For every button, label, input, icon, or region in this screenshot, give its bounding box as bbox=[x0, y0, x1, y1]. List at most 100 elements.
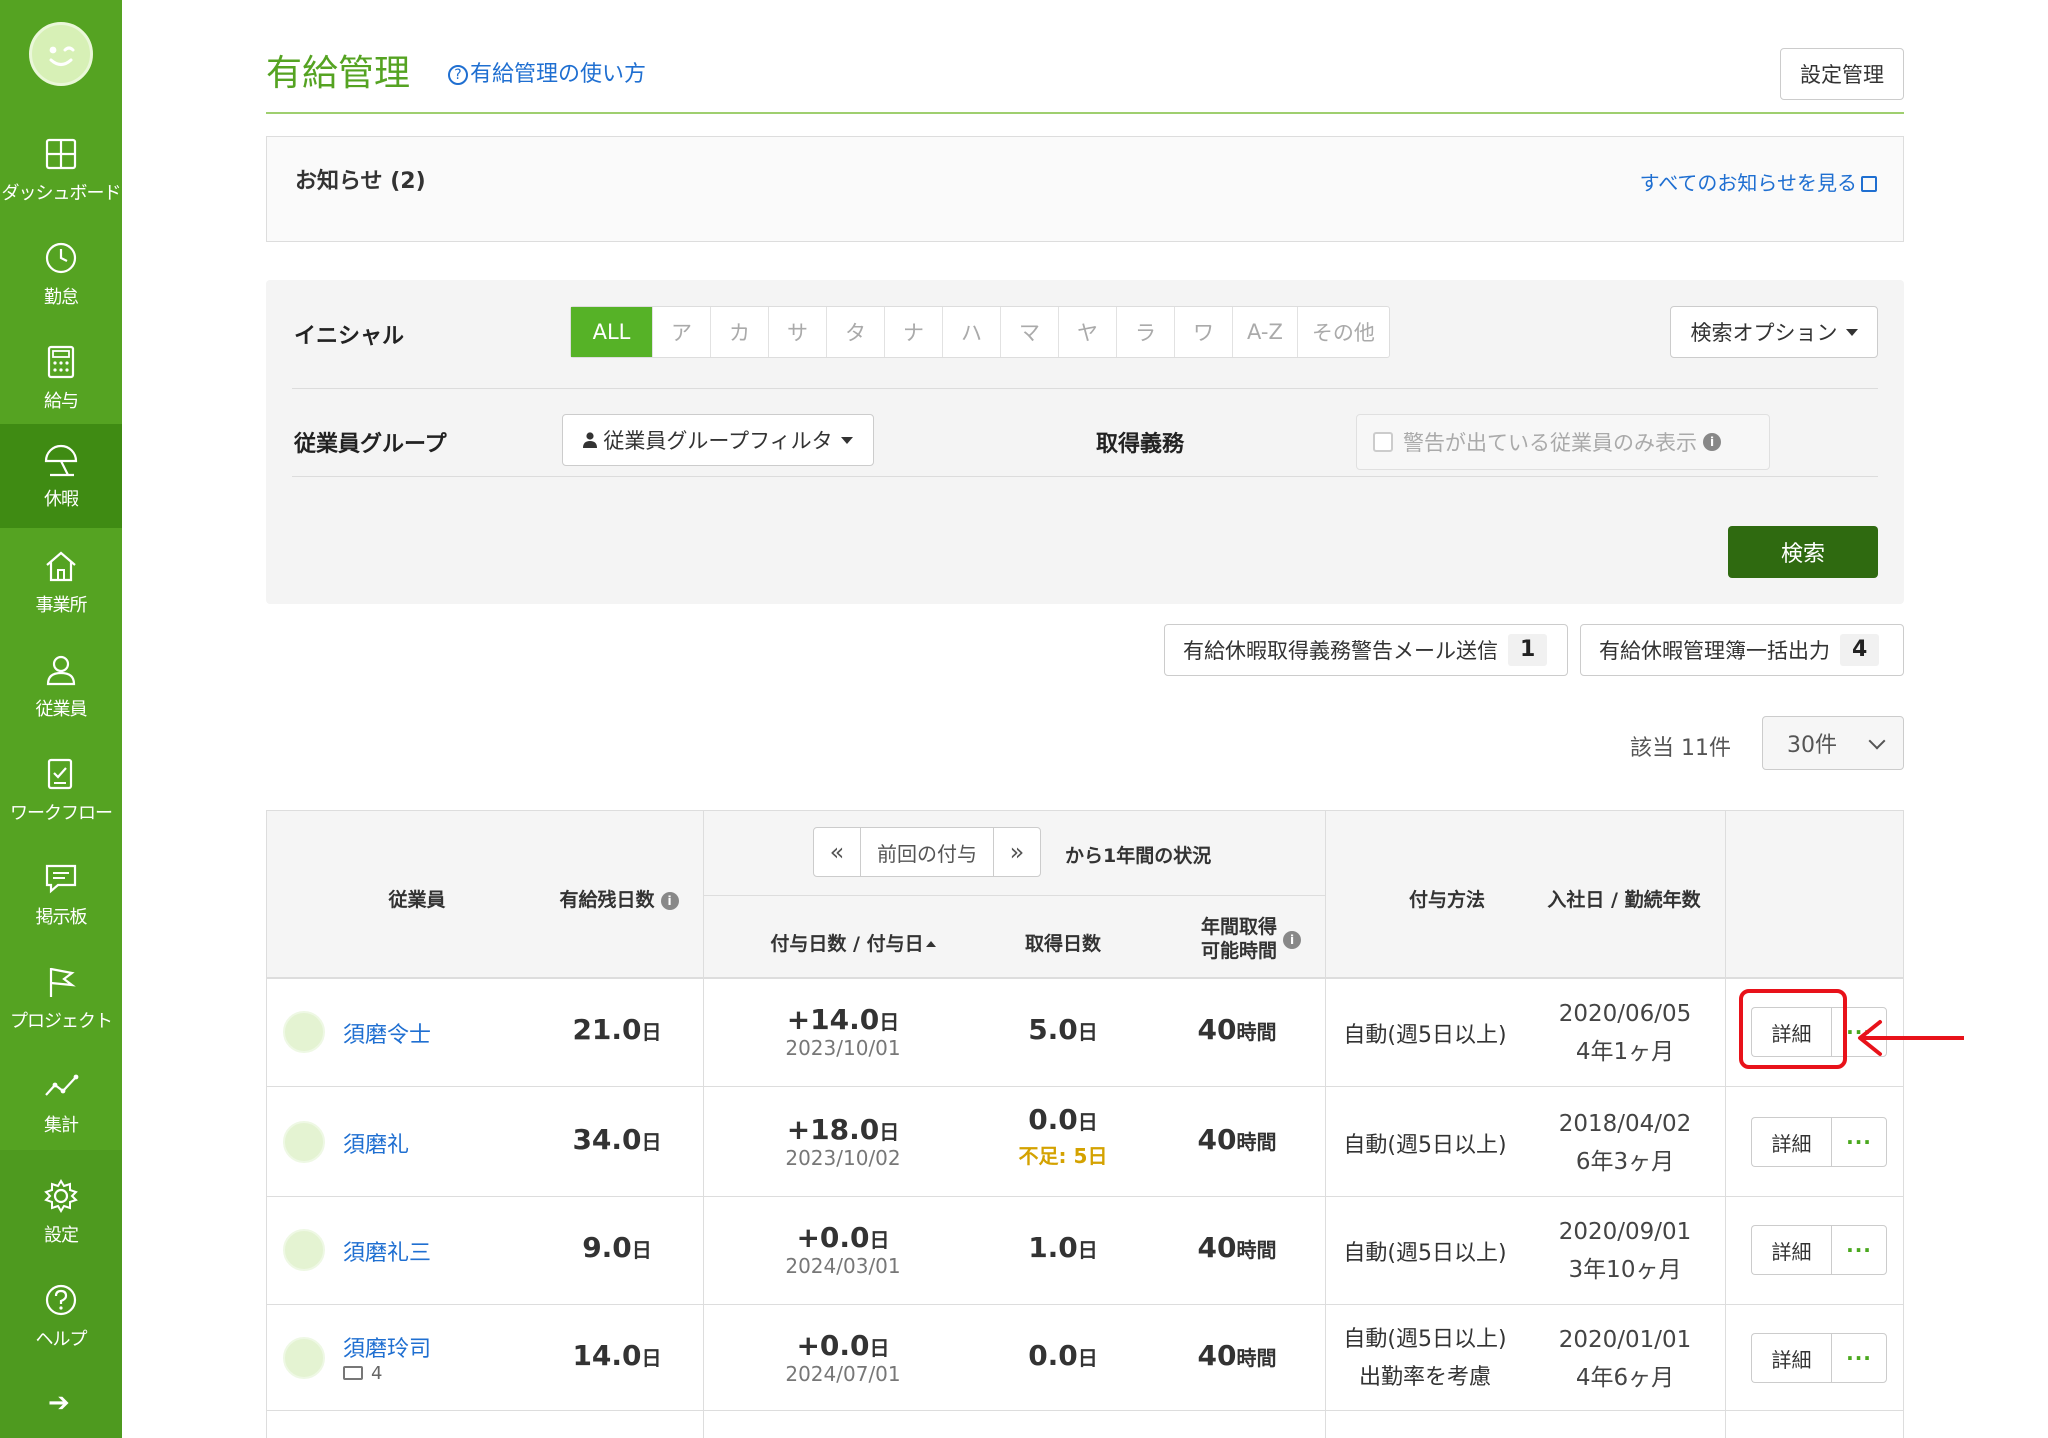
grant-date: 2024/07/01 bbox=[785, 1362, 901, 1386]
sidebar-item-label: 事業所 bbox=[35, 595, 88, 616]
table-row: 須磨礼 34.0日 +18.0日 2023/10/02 0.0日 不足: 5日 40… bbox=[267, 1087, 1903, 1197]
filter-divider bbox=[292, 388, 1878, 389]
sidebar-item-leave[interactable]: 休暇 bbox=[0, 424, 122, 528]
initial-option-ya[interactable]: ヤ bbox=[1059, 307, 1117, 357]
pager-prev-button[interactable]: « bbox=[814, 828, 860, 876]
settings-management-button[interactable]: 設定管理 bbox=[1780, 48, 1904, 100]
sidebar-expand-arrow-icon[interactable]: ➔ bbox=[48, 1388, 70, 1418]
employee-name-link[interactable]: 須磨礼三 bbox=[343, 1235, 431, 1267]
search-button[interactable]: 検索 bbox=[1728, 526, 1878, 578]
view-all-notices-link[interactable]: すべてのお知らせを見る bbox=[1640, 167, 1877, 196]
initial-option-ha[interactable]: ハ bbox=[943, 307, 1001, 357]
sidebar-item-payroll[interactable]: 給与 bbox=[0, 326, 122, 430]
sidebar-item-settings[interactable]: 設定 bbox=[0, 1160, 122, 1264]
header-grant-method: 付与方法 bbox=[1408, 889, 1485, 911]
calculator-icon bbox=[47, 345, 75, 379]
warning-mail-count-badge: 1 bbox=[1508, 634, 1548, 666]
warning-only-checkbox-field[interactable]: 警告が出ている従業員のみ表示 i bbox=[1356, 414, 1770, 470]
sidebar-item-label: 勤怠 bbox=[44, 287, 79, 308]
sidebar-item-attendance[interactable]: 勤怠 bbox=[0, 222, 122, 326]
grant-period-pager: « 前回の付与 » bbox=[813, 827, 1041, 877]
table-row: 須磨礼三 9.0日 +0.0日 2024/03/01 1.0日 40時間 自動(週… bbox=[267, 1197, 1903, 1305]
avatar bbox=[283, 1011, 325, 1053]
column-divider bbox=[1725, 1411, 1726, 1438]
initial-option-other[interactable]: その他 bbox=[1298, 307, 1389, 357]
sidebar-item-employees[interactable]: 従業員 bbox=[0, 634, 122, 738]
initial-option-az[interactable]: A-Z bbox=[1233, 307, 1298, 357]
page-title: 有給管理 bbox=[266, 53, 411, 94]
grant-method: 自動(週5日以上) bbox=[1343, 1241, 1507, 1266]
sidebar-item-bulletin[interactable]: 掲示板 bbox=[0, 842, 122, 946]
hour-unit: 時間 bbox=[1236, 1020, 1277, 1044]
initial-option-a[interactable]: ア bbox=[653, 307, 711, 357]
initial-option-all[interactable]: ALL bbox=[571, 307, 653, 357]
initial-option-wa[interactable]: ワ bbox=[1175, 307, 1233, 357]
pager-previous-grant-button[interactable]: 前回の付与 bbox=[860, 828, 994, 876]
header-annual-hours-line2: 可能時間 bbox=[1200, 940, 1277, 962]
annotation-arrow-icon bbox=[1858, 1020, 1964, 1056]
grant-days-value: +0.0 bbox=[796, 1329, 870, 1362]
more-actions-button[interactable]: ··· bbox=[1831, 1333, 1887, 1383]
table-header: 従業員 有給残日数 i « 前回の付与 » から1年間の状況 付与日数 / 付与日… bbox=[267, 811, 1903, 979]
initial-filter-label: イニシャル bbox=[294, 324, 405, 349]
detail-button[interactable]: 詳細 bbox=[1751, 1225, 1831, 1275]
day-unit: 日 bbox=[869, 1336, 890, 1360]
header-taken: 取得日数 bbox=[1024, 933, 1101, 955]
initial-option-ra[interactable]: ラ bbox=[1117, 307, 1175, 357]
app-logo[interactable] bbox=[29, 22, 93, 86]
day-unit: 日 bbox=[1077, 1110, 1098, 1134]
filter-panel: イニシャル ALL ア カ サ タ ナ ハ マ ヤ ラ ワ A-Z その他 検索… bbox=[266, 280, 1904, 604]
question-icon bbox=[45, 1284, 77, 1316]
tenure: 6年3ヶ月 bbox=[1575, 1149, 1675, 1175]
warning-only-label: 警告が出ている従業員のみ表示 bbox=[1403, 431, 1697, 455]
grant-days-value: +14.0 bbox=[786, 1003, 880, 1036]
join-date: 2020/09/01 bbox=[1558, 1219, 1692, 1245]
day-unit: 日 bbox=[1077, 1020, 1098, 1044]
employee-name-link[interactable]: 須磨令士 bbox=[343, 1017, 431, 1049]
grant-method-note: 出勤率を考慮 bbox=[1358, 1365, 1491, 1390]
more-actions-button[interactable]: ··· bbox=[1831, 1225, 1887, 1275]
employee-name-link[interactable]: 須磨礼 bbox=[343, 1127, 409, 1159]
detail-button[interactable]: 詳細 bbox=[1751, 1333, 1831, 1383]
per-page-select[interactable]: 30件 bbox=[1762, 716, 1904, 770]
day-unit: 日 bbox=[641, 1020, 662, 1044]
warning-mail-send-button[interactable]: 有給休暇取得義務警告メール送信 1 bbox=[1164, 624, 1568, 676]
detail-button[interactable]: 詳細 bbox=[1751, 1117, 1831, 1167]
initial-option-ka[interactable]: カ bbox=[711, 307, 769, 357]
hour-unit: 時間 bbox=[1236, 1238, 1277, 1262]
sidebar-item-aggregate[interactable]: 集計 bbox=[0, 1050, 122, 1154]
warning-only-checkbox[interactable] bbox=[1373, 432, 1393, 452]
pager-next-button[interactable]: » bbox=[994, 828, 1040, 876]
flag-icon bbox=[49, 967, 76, 997]
remaining-days-value: 14.0 bbox=[572, 1339, 642, 1372]
dashboard-icon bbox=[45, 138, 77, 170]
header-grant[interactable]: 付与日数 / 付与日 bbox=[733, 929, 973, 956]
day-unit: 日 bbox=[879, 1120, 900, 1144]
day-unit: 日 bbox=[879, 1010, 900, 1034]
employee-group-filter-dropdown[interactable]: 従業員グループフィルタ bbox=[562, 414, 874, 466]
column-divider bbox=[1325, 1305, 1326, 1411]
initial-option-ma[interactable]: マ bbox=[1001, 307, 1059, 357]
help-link[interactable]: ? 有給管理の使い方 bbox=[448, 56, 646, 88]
taken-days-value: 0.0 bbox=[1028, 1339, 1078, 1372]
leave-ledger-export-button[interactable]: 有給休暇管理簿一括出力 4 bbox=[1580, 624, 1904, 676]
caret-down-icon bbox=[840, 436, 853, 444]
column-divider bbox=[703, 1411, 704, 1438]
employee-name-link[interactable]: 須磨玲司 bbox=[343, 1331, 431, 1363]
sort-ascending-icon bbox=[925, 941, 936, 947]
initial-option-na[interactable]: ナ bbox=[885, 307, 943, 357]
tenure: 3年10ヶ月 bbox=[1568, 1257, 1682, 1283]
id-card-icon bbox=[343, 1366, 363, 1380]
initial-option-sa[interactable]: サ bbox=[769, 307, 827, 357]
header-annual-hours-line1: 年間取得 bbox=[1200, 916, 1277, 938]
sidebar-item-office[interactable]: 事業所 bbox=[0, 530, 122, 634]
initial-filter-group: ALL ア カ サ タ ナ ハ マ ヤ ラ ワ A-Z その他 bbox=[570, 306, 1390, 358]
more-actions-button[interactable]: ··· bbox=[1831, 1117, 1887, 1167]
sidebar-item-project[interactable]: プロジェクト bbox=[0, 946, 122, 1050]
taken-days-value: 1.0 bbox=[1028, 1231, 1078, 1264]
sidebar-item-dashboard[interactable]: ダッシュボード bbox=[0, 118, 122, 222]
initial-option-ta[interactable]: タ bbox=[827, 307, 885, 357]
sidebar-item-workflow[interactable]: ワークフロー bbox=[0, 738, 122, 842]
sidebar-item-help[interactable]: ヘルプ bbox=[0, 1264, 122, 1368]
search-options-dropdown[interactable]: 検索オプション bbox=[1670, 306, 1878, 358]
